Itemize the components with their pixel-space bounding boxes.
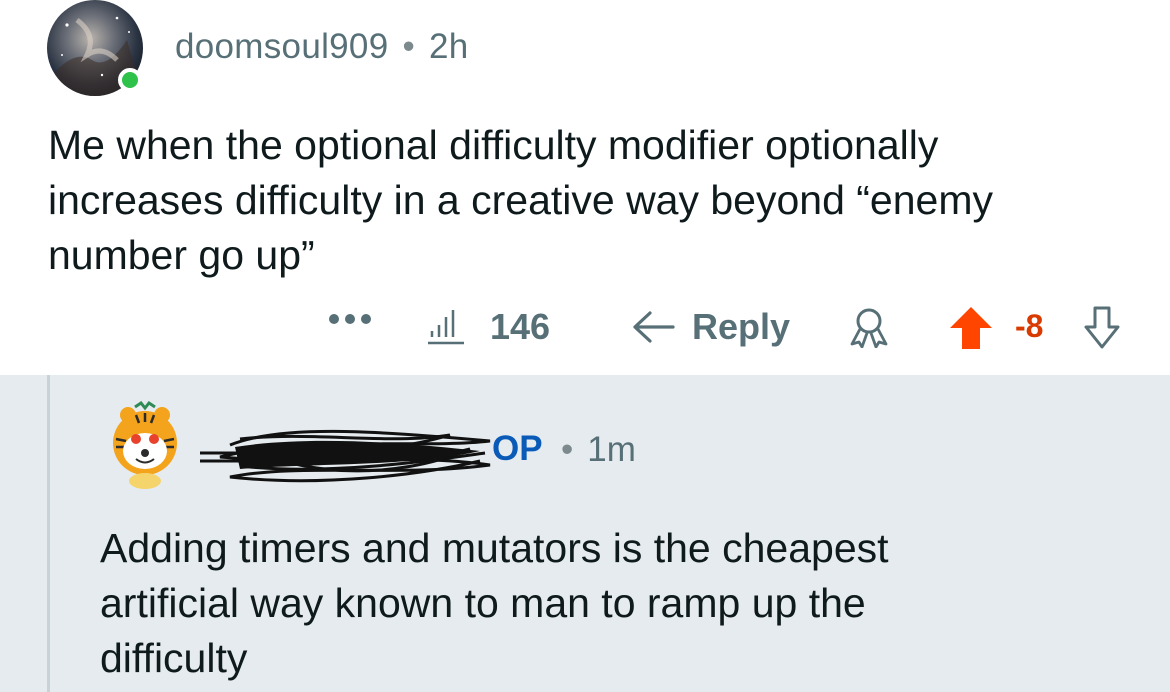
top-comment: doomsoul909 • 2h Me when the optional diff…	[0, 0, 1170, 375]
comment-meta: doomsoul909 • 2h	[175, 27, 469, 67]
comment-body: Adding timers and mutators is the cheape…	[100, 521, 1140, 686]
comment-body-line: artificial way known to man to ramp up t…	[100, 580, 866, 626]
comment-meta: • 1m	[553, 430, 636, 470]
comment-action-bar: 146 Reply -8	[0, 300, 1170, 360]
comment-body-line: Me when the optional difficulty modifier…	[48, 122, 939, 168]
more-options-button[interactable]	[328, 311, 372, 327]
reply-comment: OP • 1m Adding timers and mutators is the…	[0, 375, 1170, 692]
comment-body-line: increases difficulty in a creative way b…	[48, 177, 993, 223]
insights-button[interactable]: 146	[424, 306, 550, 348]
upvote-arrow-icon	[950, 307, 992, 349]
reply-button[interactable]: Reply	[630, 306, 790, 348]
bar-chart-icon	[428, 310, 464, 345]
comment-body-line: number go up”	[48, 232, 315, 278]
comment-body: Me when the optional difficulty modifier…	[48, 118, 1138, 283]
comment-age: 1m	[587, 430, 636, 469]
op-avatar[interactable]	[106, 399, 184, 489]
op-badge: OP	[492, 429, 543, 468]
snoo-tiger-avatar-icon	[113, 400, 177, 489]
meta-separator: •	[561, 430, 574, 469]
comment-body-line: difficulty	[100, 635, 248, 681]
stats-count: 146	[490, 306, 551, 347]
comment-age: 2h	[429, 27, 469, 66]
reply-arrow-icon	[633, 311, 675, 343]
award-button[interactable]	[846, 306, 892, 348]
online-status-indicator	[118, 68, 142, 92]
upvote-button[interactable]	[948, 305, 994, 351]
comment-body-line: Adding timers and mutators is the cheape…	[100, 525, 889, 571]
username[interactable]: doomsoul909	[175, 27, 388, 66]
scribble-redaction-icon	[200, 429, 491, 483]
thread-line[interactable]	[47, 375, 50, 692]
reply-label: Reply	[692, 306, 791, 347]
downvote-button[interactable]	[1084, 305, 1120, 351]
downvote-arrow-icon	[1084, 306, 1120, 349]
vote-score: -8	[1015, 308, 1044, 344]
meta-separator: •	[402, 27, 416, 66]
redacted-username	[190, 405, 500, 500]
comment-thread: doomsoul909 • 2h Me when the optional diff…	[0, 0, 1170, 692]
more-icon	[329, 314, 371, 324]
award-icon	[850, 308, 888, 348]
